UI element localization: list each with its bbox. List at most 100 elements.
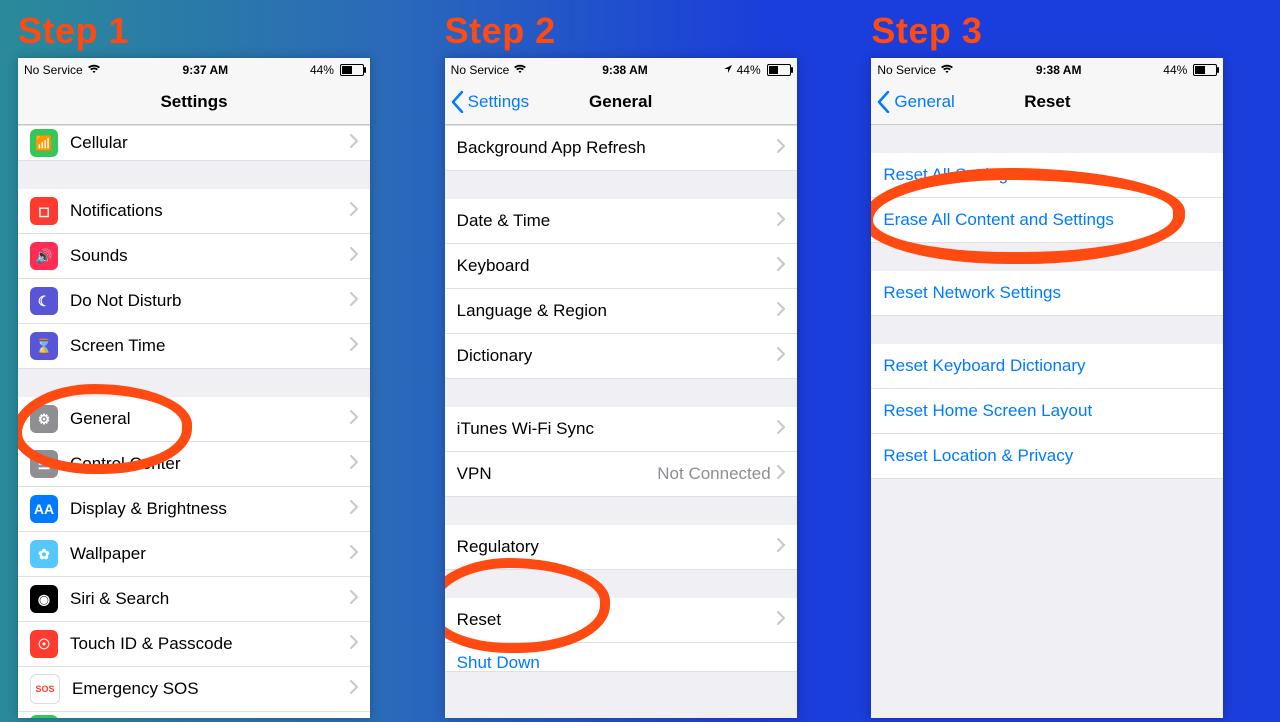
row-label: Notifications [70, 201, 350, 221]
page-title: Settings [160, 92, 227, 112]
back-button[interactable]: General [877, 80, 954, 124]
settings-row-erase-all-content-and-settings[interactable]: Erase All Content and Settings [871, 198, 1223, 243]
row-label: Regulatory [457, 537, 777, 557]
row-label: Reset All Settings [883, 165, 1211, 185]
row-label: General [70, 409, 350, 429]
row-label: Dictionary [457, 346, 777, 366]
row-label: Wallpaper [70, 544, 350, 564]
chevron-right-icon [777, 211, 785, 231]
emergency-sos-icon: SOS [30, 674, 60, 704]
chevron-right-icon [777, 537, 785, 557]
chevron-right-icon [350, 634, 358, 654]
settings-row-dictionary[interactable]: Dictionary [445, 334, 797, 379]
settings-row-control-center[interactable]: ☰Control Center [18, 442, 370, 487]
battery-pct: 44% [1163, 63, 1187, 77]
row-label: Cellular [70, 133, 350, 153]
phone-reset: No Service 9:38 AM 44% General Reset Res… [871, 58, 1223, 718]
settings-row-wallpaper[interactable]: ✿Wallpaper [18, 532, 370, 577]
settings-row-general[interactable]: ⚙ General [18, 397, 370, 442]
settings-row-emergency-sos[interactable]: SOS Emergency SOS [18, 667, 370, 712]
row-label: Keyboard [457, 256, 777, 276]
carrier-text: No Service [877, 63, 936, 77]
chevron-right-icon [350, 336, 358, 356]
step-2-label: Step 2 [445, 10, 556, 52]
row-label: VPN [457, 464, 658, 484]
chevron-right-icon [350, 544, 358, 564]
battery-pct: 44% [737, 63, 761, 77]
settings-row-language-region[interactable]: Language & Region [445, 289, 797, 334]
settings-row-regulatory[interactable]: Regulatory [445, 525, 797, 570]
settings-row-reset-home-screen-layout[interactable]: Reset Home Screen Layout [871, 389, 1223, 434]
row-label: Emergency SOS [72, 679, 350, 699]
settings-row-reset-location-privacy[interactable]: Reset Location & Privacy [871, 434, 1223, 479]
row-label: Erase All Content and Settings [883, 210, 1211, 230]
row-label: Touch ID & Passcode [70, 634, 350, 654]
row-label: Siri & Search [70, 589, 350, 609]
row-label: Reset [457, 610, 777, 630]
page-title: General [589, 92, 652, 112]
row-icon [30, 715, 58, 718]
settings-row-sounds[interactable]: 🔊Sounds [18, 234, 370, 279]
back-button[interactable]: Settings [451, 80, 529, 124]
row-label: Shut Down [457, 653, 785, 672]
chevron-right-icon [350, 246, 358, 266]
battery-icon [340, 64, 364, 76]
status-bar: No Service 9:37 AM 44% [18, 58, 370, 80]
settings-row-reset-all-settings[interactable]: Reset All Settings [871, 153, 1223, 198]
settings-row-notifications[interactable]: ◻ Notifications [18, 189, 370, 234]
row-label: Screen Time [70, 336, 350, 356]
status-bar: No Service 9:38 AM 44% [445, 58, 797, 80]
settings-row-touch-id-passcode[interactable]: ☉ Touch ID & Passcode [18, 622, 370, 667]
chevron-right-icon [350, 589, 358, 609]
settings-row-display-brightness[interactable]: AADisplay & Brightness [18, 487, 370, 532]
display-brightness-icon: AA [30, 495, 58, 523]
chevron-right-icon [350, 291, 358, 311]
notifications-icon: ◻ [30, 197, 58, 225]
settings-row-vpn[interactable]: VPNNot Connected [445, 452, 797, 497]
location-icon [723, 63, 733, 77]
settings-row-screen-time[interactable]: ⌛ Screen Time [18, 324, 370, 369]
status-bar: No Service 9:38 AM 44% [871, 58, 1223, 80]
chevron-right-icon [350, 679, 358, 699]
clock: 9:38 AM [1036, 63, 1082, 77]
chevron-right-icon [350, 201, 358, 221]
row-label: Reset Network Settings [883, 283, 1211, 303]
row-label: Background App Refresh [457, 138, 777, 158]
chevron-right-icon [777, 419, 785, 439]
settings-row-reset[interactable]: Reset [445, 598, 797, 643]
phone-general: No Service 9:38 AM 44% Settings General … [445, 58, 797, 718]
settings-row-keyboard[interactable]: Keyboard [445, 244, 797, 289]
step-3-label: Step 3 [871, 10, 982, 52]
settings-row-reset-network-settings[interactable]: Reset Network Settings [871, 271, 1223, 316]
wifi-icon [940, 63, 954, 77]
nav-bar: Settings [18, 80, 370, 125]
do-not-disturb-icon: ☾ [30, 287, 58, 315]
settings-row-background-app-refresh[interactable]: Background App Refresh [445, 125, 797, 171]
settings-row-shut-down[interactable]: Shut Down [445, 643, 797, 672]
page-title: Reset [1024, 92, 1070, 112]
control-center-icon: ☰ [30, 450, 58, 478]
clock: 9:37 AM [183, 63, 229, 77]
general-icon: ⚙ [30, 405, 58, 433]
clock: 9:38 AM [602, 63, 648, 77]
chevron-right-icon [777, 256, 785, 276]
row-label: Do Not Disturb [70, 291, 350, 311]
touch-id-passcode-icon: ☉ [30, 630, 58, 658]
settings-row-cellular[interactable]: 📶 Cellular [18, 125, 370, 161]
row-label: Language & Region [457, 301, 777, 321]
screen-time-icon: ⌛ [30, 332, 58, 360]
settings-row-itunes-wi-fi-sync[interactable]: iTunes Wi-Fi Sync [445, 407, 797, 452]
carrier-text: No Service [451, 63, 510, 77]
row-label: iTunes Wi-Fi Sync [457, 419, 777, 439]
chevron-right-icon [777, 301, 785, 321]
settings-row-reset-keyboard-dictionary[interactable]: Reset Keyboard Dictionary [871, 344, 1223, 389]
cellular-icon: 📶 [30, 129, 58, 157]
settings-row-date-time[interactable]: Date & Time [445, 199, 797, 244]
battery-pct: 44% [310, 63, 334, 77]
chevron-right-icon [777, 346, 785, 366]
settings-row-row[interactable] [18, 712, 370, 718]
chevron-right-icon [777, 610, 785, 630]
settings-row-siri-search[interactable]: ◉Siri & Search [18, 577, 370, 622]
chevron-right-icon [350, 133, 358, 153]
settings-row-do-not-disturb[interactable]: ☾ Do Not Disturb [18, 279, 370, 324]
